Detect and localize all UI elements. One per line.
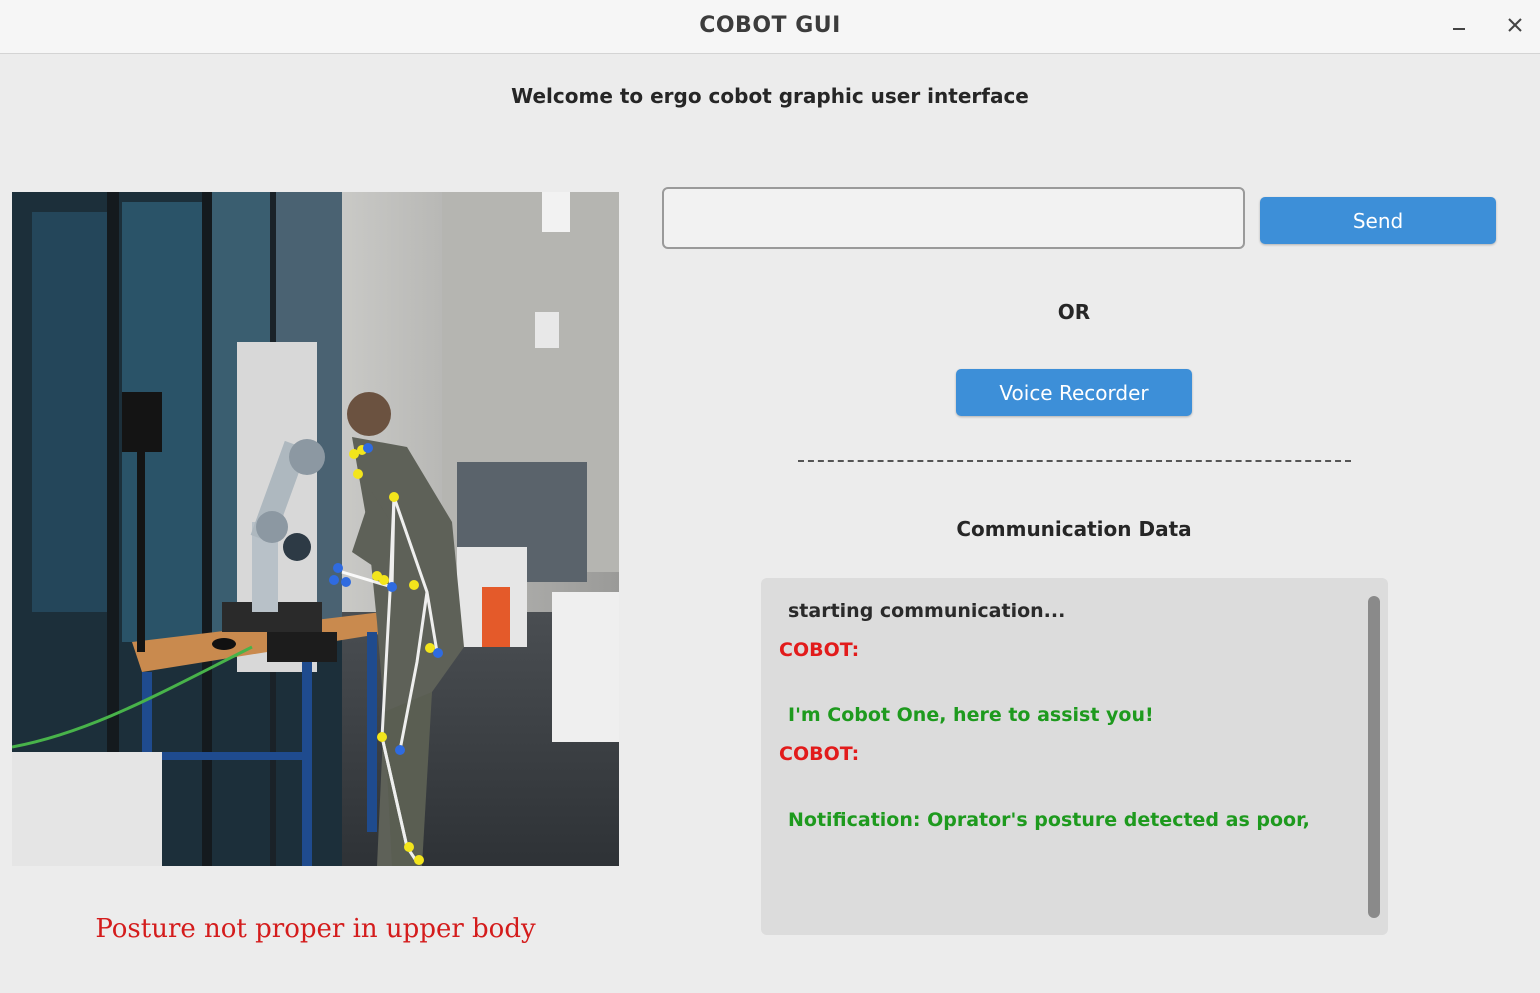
or-label: OR bbox=[1057, 300, 1091, 324]
voice-recorder-button[interactable]: Voice Recorder bbox=[956, 369, 1192, 416]
camera-feed bbox=[12, 192, 619, 866]
communication-log: starting communication... COBOT: I'm Cob… bbox=[761, 578, 1388, 935]
camera-feed-image bbox=[12, 192, 619, 866]
minimize-button[interactable] bbox=[1442, 8, 1476, 42]
posture-status-text: Posture not proper in upper body bbox=[95, 914, 536, 944]
title-bar: COBOT GUI bbox=[0, 0, 1540, 54]
message-input[interactable] bbox=[662, 187, 1245, 249]
communication-data-title: Communication Data bbox=[956, 517, 1192, 541]
communication-scrollbar[interactable] bbox=[1368, 596, 1380, 918]
log-sender-label: COBOT: bbox=[779, 639, 860, 661]
log-sender-label: COBOT: bbox=[779, 743, 860, 765]
send-button[interactable]: Send bbox=[1260, 197, 1496, 244]
log-line: starting communication... bbox=[788, 600, 1066, 622]
log-message: Notification: Oprator's posture detected… bbox=[788, 809, 1310, 831]
welcome-text: Welcome to ergo cobot graphic user inter… bbox=[511, 84, 1029, 108]
window-title: COBOT GUI bbox=[699, 13, 841, 38]
cobot-gui-window: COBOT GUI Welcome to ergo cobot graphic … bbox=[0, 0, 1540, 993]
section-divider bbox=[798, 460, 1351, 462]
close-icon bbox=[1508, 18, 1522, 32]
log-message: I'm Cobot One, here to assist you! bbox=[788, 704, 1154, 726]
minimize-icon bbox=[1453, 28, 1465, 30]
close-button[interactable] bbox=[1498, 8, 1532, 42]
